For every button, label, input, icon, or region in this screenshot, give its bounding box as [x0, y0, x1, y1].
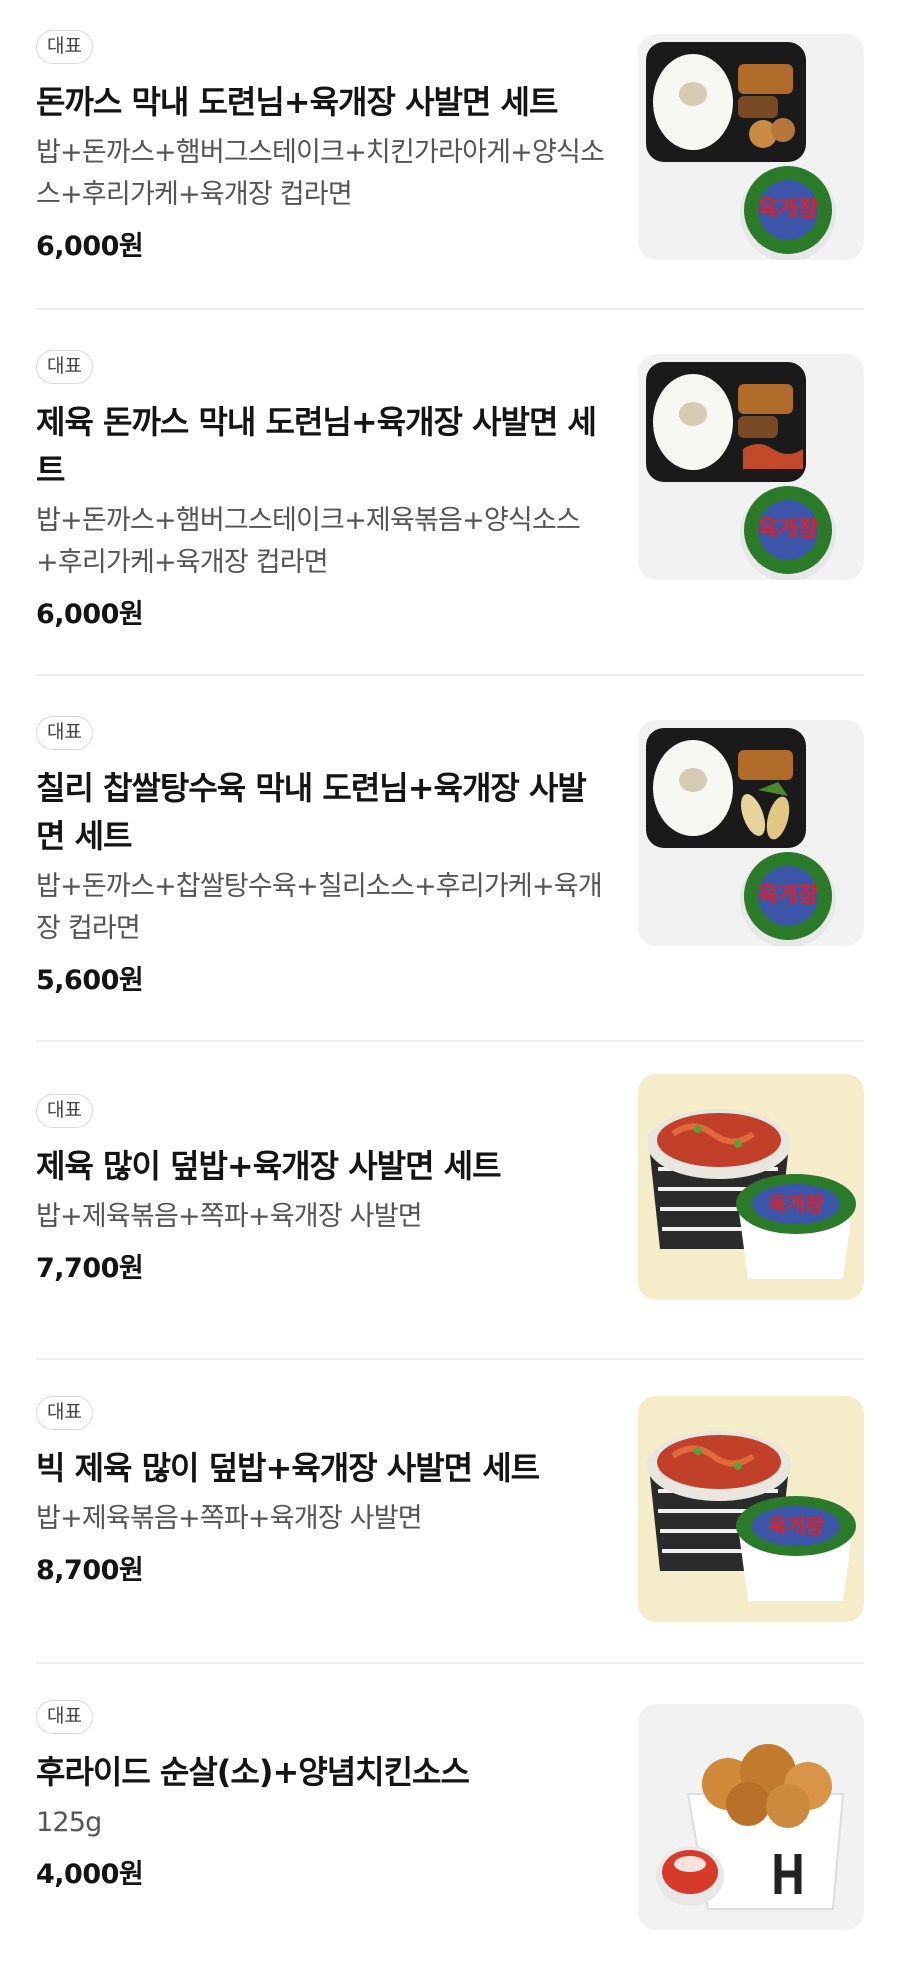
menu-item-image: 육개장 — [638, 354, 864, 580]
menu-item[interactable]: 대표 돈까스 막내 도련님+육개장 사발면 세트 밥+돈까스+햄버그스테이크+치… — [36, 30, 864, 263]
menu-item-price: 4,000원 — [36, 1859, 144, 1890]
menu-item-description: 밥+돈까스+햄버그스테이크+치킨가라아게+양식소스+후리가케+육개장 컵라면 — [36, 137, 605, 210]
signature-badge: 대표 — [36, 30, 93, 64]
menu-item-price: 6,000원 — [36, 231, 144, 262]
signature-badge: 대표 — [36, 1396, 93, 1430]
menu-item-text: 대표 제육 돈까스 막내 도련님+육개장 사발면 세트 밥+돈까스+햄버그스테이… — [36, 350, 611, 631]
divider — [36, 1662, 864, 1664]
menu-item-text: 대표 빅 제육 많이 덮밥+육개장 사발면 세트 밥+제육볶음+쪽파+육개장 사… — [36, 1396, 611, 1622]
menu-item-text: 대표 칠리 찹쌀탕수육 막내 도련님+육개장 사발면 세트 밥+돈까스+찹쌀탕수… — [36, 716, 611, 997]
menu-item-name: 돈까스 막내 도련님+육개장 사발면 세트 — [36, 83, 558, 121]
menu-item-name: 제육 돈까스 막내 도련님+육개장 사발면 세트 — [36, 403, 597, 489]
menu-item-image — [638, 1704, 864, 1930]
menu-item-text: 대표 후라이드 순살(소)+양념치킨소스 125g 4,000원 — [36, 1700, 611, 1930]
signature-badge: 대표 — [36, 350, 93, 384]
menu-item[interactable]: 대표 빅 제육 많이 덮밥+육개장 사발면 세트 밥+제육볶음+쪽파+육개장 사… — [36, 1396, 864, 1622]
divider — [36, 1358, 864, 1360]
menu-item-text: 대표 제육 많이 덮밥+육개장 사발면 세트 밥+제육볶음+쪽파+육개장 사발면… — [36, 1094, 611, 1300]
menu-item-price: 5,600원 — [36, 965, 144, 996]
menu-item-name: 빅 제육 많이 덮밥+육개장 사발면 세트 — [36, 1449, 540, 1487]
rice-bowl-ramen-image: 육개장 — [647, 1109, 856, 1279]
menu-item[interactable]: 대표 후라이드 순살(소)+양념치킨소스 125g 4,000원 — [36, 1700, 864, 1930]
menu-item-description: 밥+제육볶음+쪽파+육개장 사발면 — [36, 1503, 423, 1534]
menu-item-description: 밥+제육볶음+쪽파+육개장 사발면 — [36, 1201, 423, 1232]
svg-text:육개장: 육개장 — [768, 1514, 824, 1538]
signature-badge: 대표 — [36, 1094, 93, 1128]
svg-text:육개장: 육개장 — [758, 883, 819, 908]
menu-item-description: 밥+돈까스+찹쌀탕수육+칠리소스+후리가케+육개장 컵라면 — [36, 871, 603, 944]
fried-chicken-image — [656, 1744, 845, 1910]
menu-item-text: 대표 돈까스 막내 도련님+육개장 사발면 세트 밥+돈까스+햄버그스테이크+치… — [36, 30, 611, 263]
menu-item-image: 육개장 — [638, 1396, 864, 1622]
svg-text:육개장: 육개장 — [758, 197, 819, 222]
menu-item[interactable]: 대표 제육 많이 덮밥+육개장 사발면 세트 밥+제육볶음+쪽파+육개장 사발면… — [36, 1074, 864, 1300]
signature-badge: 대표 — [36, 716, 93, 750]
menu-item[interactable]: 대표 칠리 찹쌀탕수육 막내 도련님+육개장 사발면 세트 밥+돈까스+찹쌀탕수… — [36, 716, 864, 997]
menu-item-price: 6,000원 — [36, 599, 144, 630]
menu-item-price: 8,700원 — [36, 1555, 144, 1586]
menu-list: 대표 돈까스 막내 도련님+육개장 사발면 세트 밥+돈까스+햄버그스테이크+치… — [0, 0, 900, 1977]
divider — [36, 308, 864, 310]
lunchbox-ramen-image: 육개장 — [646, 728, 836, 946]
menu-item-image: 육개장 — [638, 720, 864, 946]
svg-text:육개장: 육개장 — [768, 1192, 824, 1216]
menu-item-name: 후라이드 순살(소)+양념치킨소스 — [36, 1753, 470, 1791]
menu-item-name: 제육 많이 덮밥+육개장 사발면 세트 — [36, 1147, 502, 1185]
menu-item[interactable]: 대표 제육 돈까스 막내 도련님+육개장 사발면 세트 밥+돈까스+햄버그스테이… — [36, 350, 864, 631]
menu-item-description: 밥+돈까스+햄버그스테이크+제육볶음+양식소스+후리가케+육개장 컵라면 — [36, 505, 581, 578]
menu-item-image: 육개장 — [638, 34, 864, 260]
menu-item-price: 7,700원 — [36, 1253, 144, 1284]
svg-text:육개장: 육개장 — [758, 517, 819, 542]
divider — [36, 1040, 864, 1042]
signature-badge: 대표 — [36, 1700, 93, 1734]
lunchbox-ramen-image: 육개장 — [646, 362, 836, 580]
rice-bowl-ramen-image: 육개장 — [647, 1431, 856, 1601]
lunchbox-ramen-image: 육개장 — [646, 42, 836, 260]
menu-item-description: 125g — [36, 1807, 102, 1838]
menu-item-name: 칠리 찹쌀탕수육 막내 도련님+육개장 사발면 세트 — [36, 769, 587, 855]
menu-item-image: 육개장 — [638, 1074, 864, 1300]
divider — [36, 674, 864, 676]
